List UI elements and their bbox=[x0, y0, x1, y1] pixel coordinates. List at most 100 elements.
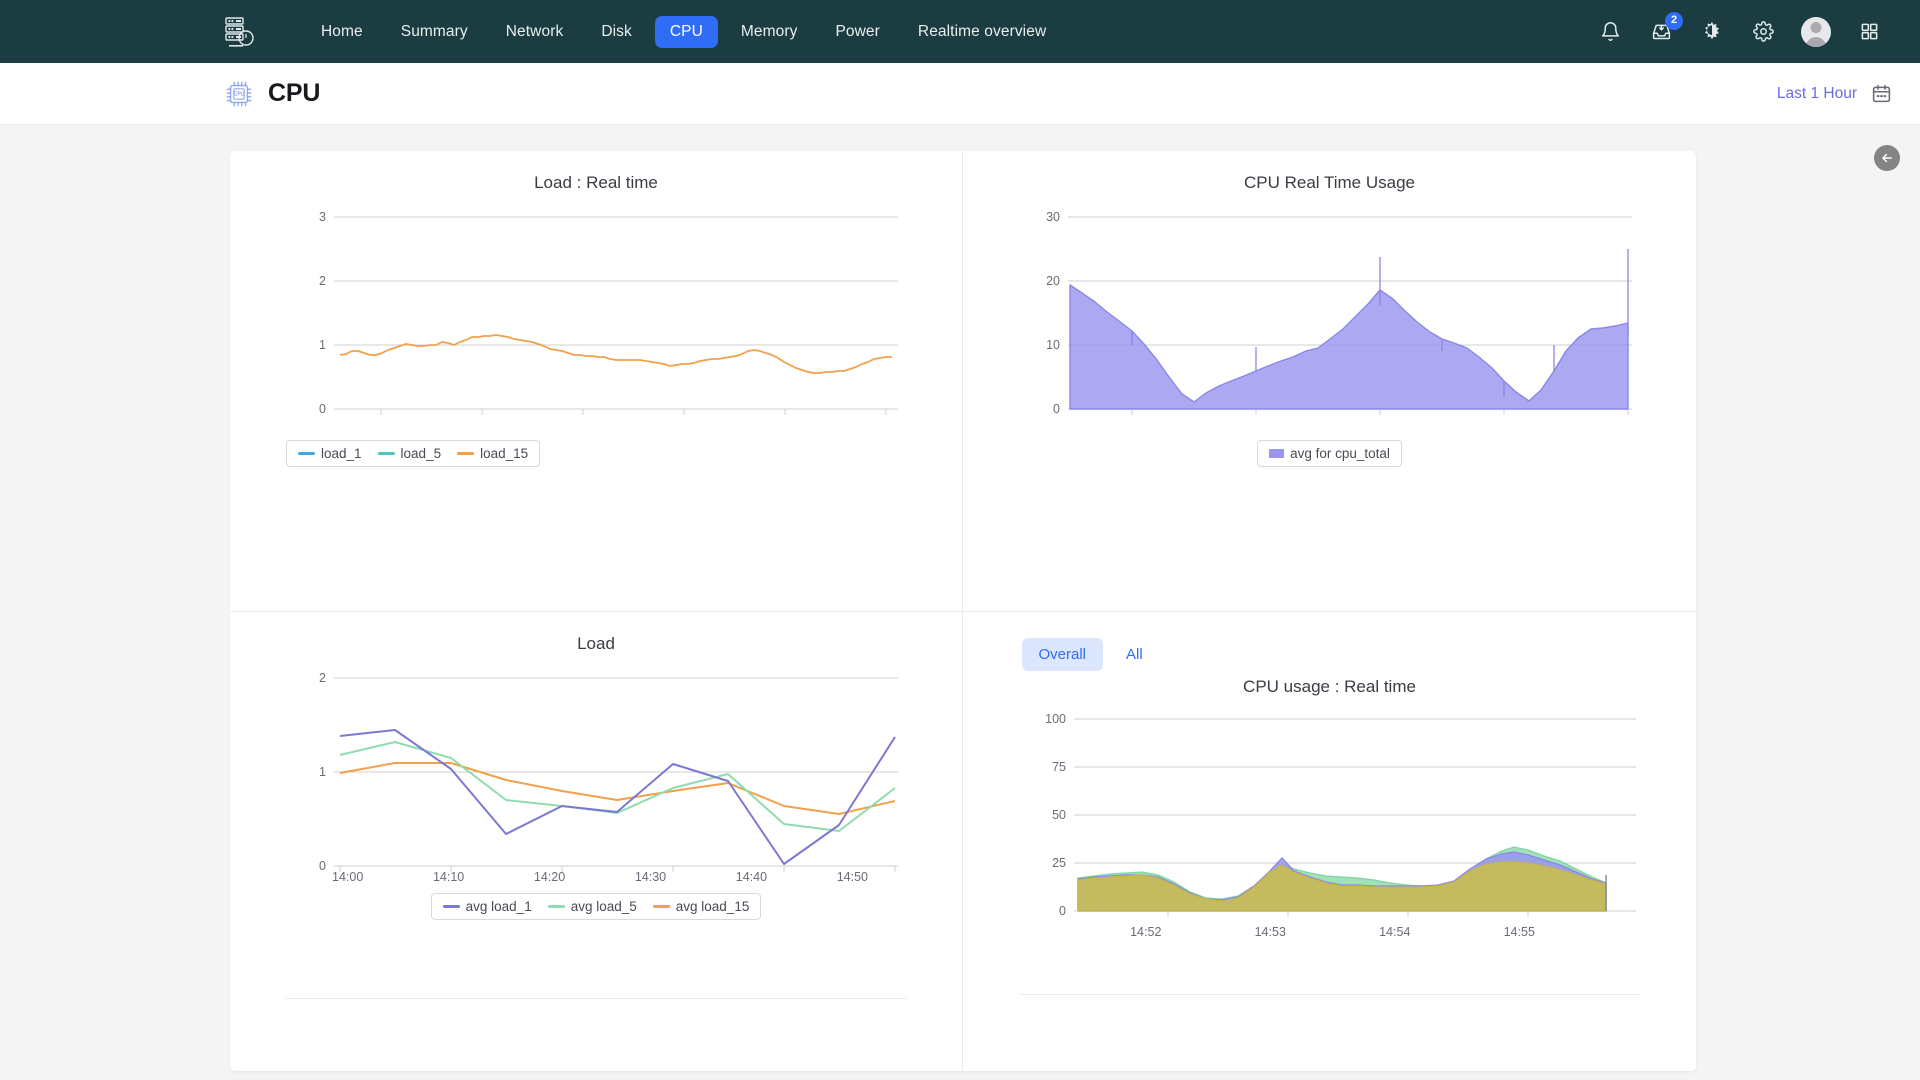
nav-item-network[interactable]: Network bbox=[491, 16, 579, 48]
x-tick: 14:40 bbox=[735, 869, 768, 884]
chart-title: Load : Real time bbox=[534, 173, 658, 192]
nav-label: Power bbox=[835, 22, 880, 40]
legend-label: avg for cpu_total bbox=[1290, 446, 1390, 461]
main-nav: Home Summary Network Disk CPU Memory Pow… bbox=[306, 15, 1061, 48]
legend-label: avg load_5 bbox=[570, 898, 637, 914]
avatar[interactable] bbox=[1801, 16, 1831, 47]
legend-cpu-realtime-usage: avg for cpu_total bbox=[1257, 440, 1402, 467]
nav-label: Realtime overview bbox=[917, 22, 1047, 40]
x-tick: 14:10 bbox=[432, 869, 465, 884]
svg-text:0: 0 bbox=[1059, 904, 1066, 918]
legend-swatch bbox=[652, 904, 670, 908]
grid-apps-icon[interactable] bbox=[1856, 19, 1882, 45]
svg-text:3: 3 bbox=[319, 210, 326, 224]
chart-title: Load bbox=[577, 633, 615, 653]
legend-load-avg: avg load_1 avg load_5 avg load_15 bbox=[430, 892, 762, 920]
arrow-left-icon[interactable] bbox=[1874, 145, 1900, 171]
nav-item-memory[interactable]: Memory bbox=[726, 16, 813, 48]
legend-row: avg for cpu_total bbox=[1020, 431, 1640, 467]
x-tick: 14:20 bbox=[533, 869, 566, 884]
legend-label: load_5 bbox=[400, 446, 442, 461]
inbox-badge: 2 bbox=[1665, 11, 1683, 30]
legend-label: avg load_1 bbox=[465, 898, 532, 914]
legend-swatch bbox=[442, 904, 460, 908]
nav-item-summary[interactable]: Summary bbox=[386, 16, 483, 48]
legend-item[interactable]: load_15 bbox=[457, 446, 528, 461]
legend-load-realtime: load_1 load_5 load_15 bbox=[286, 440, 541, 467]
legend-item[interactable]: avg load_15 bbox=[652, 898, 750, 914]
time-range-label: Last 1 Hour bbox=[1776, 84, 1857, 102]
x-tick: 14:53 bbox=[1254, 924, 1286, 939]
x-tick: 14:30 bbox=[634, 869, 667, 884]
nav-label: Memory bbox=[740, 22, 798, 40]
inbox-download-icon[interactable]: 2 bbox=[1648, 11, 1683, 45]
legend-row bbox=[339, 334, 892, 374]
svg-text:20: 20 bbox=[1046, 274, 1060, 288]
legend-swatch bbox=[298, 452, 315, 455]
nav-label: Summary bbox=[400, 22, 468, 40]
time-range-selector[interactable]: Last 1 Hour bbox=[1777, 83, 1892, 104]
legend-item[interactable]: load_1 bbox=[298, 446, 362, 461]
svg-text:75: 75 bbox=[1052, 760, 1066, 774]
legend-item[interactable]: load_5 bbox=[377, 446, 442, 461]
nav-item-home[interactable]: Home bbox=[306, 16, 378, 48]
nav-item-disk[interactable]: Disk bbox=[586, 16, 647, 48]
cpu-chip-icon: CPU bbox=[226, 81, 252, 106]
svg-text:25: 25 bbox=[1052, 856, 1066, 870]
gear-icon[interactable] bbox=[1750, 19, 1776, 45]
svg-text:2: 2 bbox=[319, 274, 326, 288]
chart-cpu-usage-realtime[interactable]: 100 75 50 25 0 bbox=[1020, 705, 1640, 927]
nav-item-cpu[interactable]: CPU bbox=[654, 15, 718, 48]
x-tick: 14:00 bbox=[332, 869, 364, 884]
panel-load-avg: Load 2 1 0 14:00 14:10 14:20 14:30 14:40… bbox=[230, 610, 962, 1072]
svg-text:2: 2 bbox=[319, 671, 326, 685]
svg-text:CPU: CPU bbox=[234, 91, 245, 97]
top-navigation-bar: Home Summary Network Disk CPU Memory Pow… bbox=[0, 0, 1920, 63]
nav-item-power[interactable]: Power bbox=[820, 16, 894, 48]
legend-item[interactable]: avg for cpu_total bbox=[1269, 446, 1390, 461]
svg-text:30: 30 bbox=[1046, 210, 1060, 224]
tab-overall[interactable]: Overall bbox=[1021, 637, 1104, 671]
chart-load-avg[interactable]: 2 1 0 bbox=[286, 662, 906, 874]
calendar-icon bbox=[1872, 84, 1891, 103]
page-content: Load : Real time 3 2 1 0 load_1 load_5 l… bbox=[0, 125, 1920, 1080]
legend-label: load_1 bbox=[321, 446, 362, 461]
legend-label: load_15 bbox=[480, 446, 529, 461]
nav-label: Network bbox=[505, 22, 564, 40]
legend-swatch bbox=[457, 452, 475, 455]
x-tick: 14:50 bbox=[836, 869, 868, 884]
tab-label: Overall bbox=[1038, 645, 1087, 663]
legend-swatch bbox=[1269, 449, 1285, 458]
chart-title: CPU usage : Real time bbox=[1243, 676, 1416, 696]
nav-label: Disk bbox=[601, 22, 632, 40]
cpu-usage-tabs: Overall All bbox=[1021, 637, 1640, 671]
topbar-actions: 2 bbox=[1597, 11, 1892, 47]
chart-cpu-realtime-usage[interactable]: 30 20 10 0 bbox=[1020, 201, 1640, 431]
svg-text:0: 0 bbox=[319, 859, 326, 873]
dark-mode-icon[interactable] bbox=[1699, 19, 1725, 45]
legend-label: avg load_15 bbox=[675, 898, 750, 914]
bell-icon[interactable] bbox=[1597, 19, 1623, 45]
legend-item[interactable]: avg load_5 bbox=[547, 898, 637, 914]
left-column: Load : Real time 3 2 1 0 load_1 load_5 l… bbox=[230, 151, 963, 1071]
nav-label: CPU bbox=[669, 22, 703, 40]
app-logo[interactable] bbox=[224, 16, 254, 48]
svg-text:10: 10 bbox=[1046, 338, 1060, 352]
server-monitor-logo-icon bbox=[225, 16, 254, 47]
chart-load-realtime[interactable]: 3 2 1 0 load_1 load_5 load_15 bbox=[286, 201, 906, 467]
tab-all[interactable]: All bbox=[1109, 638, 1160, 671]
legend-swatch bbox=[547, 904, 565, 908]
page-title-bar: CPU CPU Last 1 Hour bbox=[0, 63, 1920, 125]
page-title: CPU bbox=[268, 79, 321, 107]
legend-item[interactable]: avg load_1 bbox=[442, 898, 532, 914]
nav-item-realtime-overview[interactable]: Realtime overview bbox=[903, 16, 1061, 48]
svg-text:50: 50 bbox=[1052, 808, 1066, 822]
chart-title: CPU Real Time Usage bbox=[1243, 173, 1415, 192]
svg-text:0: 0 bbox=[319, 402, 326, 416]
legend-row: avg load_1 avg load_5 avg load_15 bbox=[286, 884, 906, 920]
svg-text:0: 0 bbox=[1053, 402, 1060, 416]
panel-load-realtime: Load : Real time 3 2 1 0 load_1 load_5 l… bbox=[230, 151, 962, 611]
panel-cpu-usage-realtime: Overall All CPU usage : Real time 100 75 bbox=[963, 610, 1696, 1072]
svg-text:100: 100 bbox=[1045, 712, 1066, 726]
x-tick: 14:54 bbox=[1379, 924, 1411, 939]
